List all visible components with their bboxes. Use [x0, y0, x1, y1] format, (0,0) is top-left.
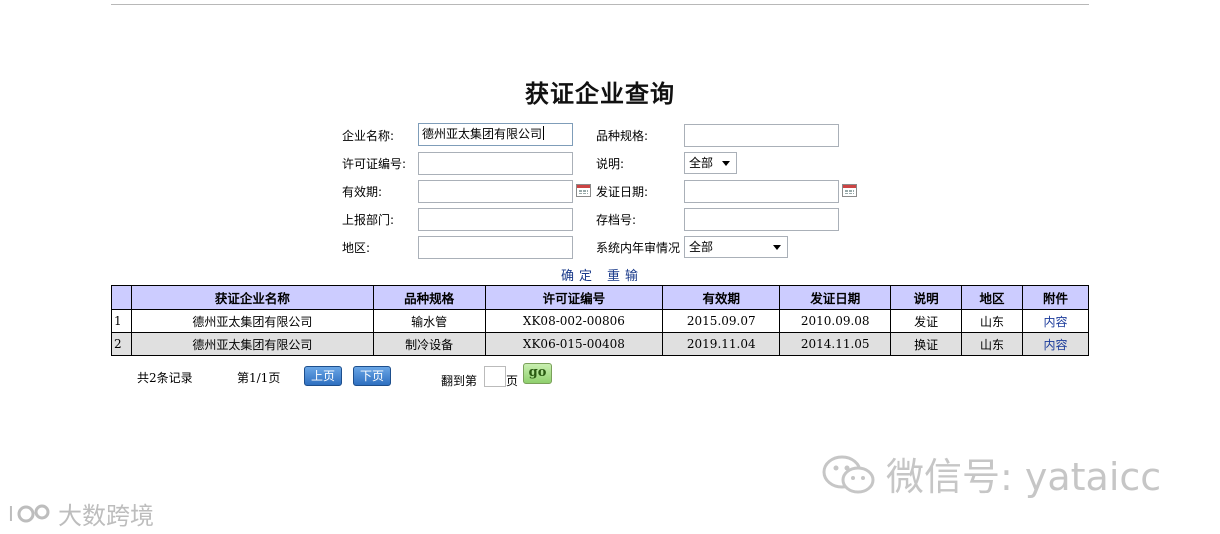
table-header-row: 获证企业名称 品种规格 许可证编号 有效期 发证日期 说明 地区 附件 [111, 285, 1089, 310]
region-input[interactable] [418, 236, 573, 259]
wechat-watermark: 微信号: yataicc [820, 446, 1161, 507]
license-cell: XK08-002-00806 [484, 309, 664, 333]
description-select[interactable]: 全部 [684, 152, 737, 174]
valid-period-label: 有效期: [342, 185, 383, 199]
description-cell: 发证 [890, 309, 963, 333]
column-header: 附件 [1022, 285, 1089, 310]
goto-page-input[interactable] [484, 366, 506, 387]
description-cell: 换证 [890, 332, 963, 356]
issue-date-label: 发证日期: [596, 185, 649, 199]
top-divider [111, 4, 1089, 5]
row-number: 1 [111, 309, 132, 333]
wechat-watermark-text: 微信号: yataicc [886, 455, 1162, 499]
calendar-icon[interactable] [576, 184, 591, 197]
brand-watermark-text: 大数跨境 [58, 502, 154, 530]
wechat-icon [820, 452, 878, 507]
attachment-cell: 内容 [1022, 309, 1089, 333]
description-select-value: 全部 [689, 156, 714, 170]
attachment-link[interactable]: 内容 [1043, 338, 1067, 352]
variety-spec-label: 品种规格: [596, 129, 649, 143]
column-header: 获证企业名称 [130, 285, 374, 310]
goto-prefix: 翻到第 [441, 374, 478, 388]
valid-period-input[interactable] [418, 180, 573, 203]
license-no-input[interactable] [418, 152, 573, 175]
brand-logo-icon: I [8, 501, 54, 533]
table-row: 2 德州亚太集团有限公司 制冷设备 XK06-015-00408 2019.11… [111, 332, 1089, 356]
region-cell: 山东 [961, 332, 1023, 356]
variety-cell: 制冷设备 [372, 332, 486, 356]
next-page-button[interactable]: 下页 [353, 366, 391, 386]
company-name-input[interactable]: 德州亚太集团有限公司 [418, 123, 573, 146]
column-header: 有效期 [662, 285, 781, 310]
valid-period-cell: 2019.11.04 [662, 332, 781, 356]
svg-text:I: I [8, 502, 14, 526]
text-caret [543, 126, 545, 140]
brand-watermark: I 大数跨境 [8, 496, 154, 533]
row-number: 2 [111, 332, 132, 356]
attachment-link[interactable]: 内容 [1043, 315, 1067, 329]
column-header: 地区 [961, 285, 1023, 310]
column-header: 品种规格 [372, 285, 486, 310]
archive-no-label: 存档号: [596, 213, 637, 227]
reporting-dept-label: 上报部门: [342, 213, 395, 227]
issue-date-cell: 2010.09.08 [779, 309, 892, 333]
results-table: 获证企业名称 品种规格 许可证编号 有效期 发证日期 说明 地区 附件 1 德州… [111, 285, 1089, 356]
variety-cell: 输水管 [372, 309, 486, 333]
license-cell: XK06-015-00408 [484, 332, 664, 356]
chevron-down-icon [773, 245, 781, 250]
attachment-cell: 内容 [1022, 332, 1089, 356]
go-button[interactable]: go [523, 363, 552, 384]
valid-period-cell: 2015.09.07 [662, 309, 781, 333]
goto-suffix: 页 [506, 374, 519, 388]
prev-page-button[interactable]: 上页 [304, 366, 342, 386]
column-header: 发证日期 [779, 285, 892, 310]
total-records: 共2条记录 [137, 371, 193, 385]
company-name-label: 企业名称: [342, 129, 395, 143]
region-cell: 山东 [961, 309, 1023, 333]
company-cell: 德州亚太集团有限公司 [130, 332, 374, 356]
reset-button[interactable]: 重输 [607, 269, 643, 284]
company-name-value: 德州亚太集团有限公司 [422, 127, 543, 141]
chevron-down-icon [722, 161, 730, 166]
column-header: 说明 [890, 285, 963, 310]
archive-no-input[interactable] [684, 208, 839, 231]
page-title: 获证企业查询 [525, 79, 675, 108]
annual-review-label: 系统内年审情况 [596, 241, 681, 255]
description-label: 说明: [596, 157, 625, 171]
table-row: 1 德州亚太集团有限公司 输水管 XK08-002-00806 2015.09.… [111, 309, 1089, 333]
variety-spec-input[interactable] [684, 124, 839, 147]
reporting-dept-input[interactable] [418, 208, 573, 231]
issue-date-cell: 2014.11.05 [779, 332, 892, 356]
region-label: 地区: [342, 241, 371, 255]
company-cell: 德州亚太集团有限公司 [130, 309, 374, 333]
annual-review-select-value: 全部 [689, 240, 714, 254]
confirm-button[interactable]: 确定 [561, 269, 597, 284]
annual-review-select[interactable]: 全部 [684, 236, 788, 258]
column-header [111, 285, 132, 310]
calendar-icon[interactable] [842, 184, 857, 197]
page-info: 第1/1页 [237, 371, 281, 385]
form-actions: 确定 重输 [561, 265, 653, 284]
column-header: 许可证编号 [484, 285, 664, 310]
issue-date-input[interactable] [684, 180, 839, 203]
license-no-label: 许可证编号: [342, 157, 407, 171]
